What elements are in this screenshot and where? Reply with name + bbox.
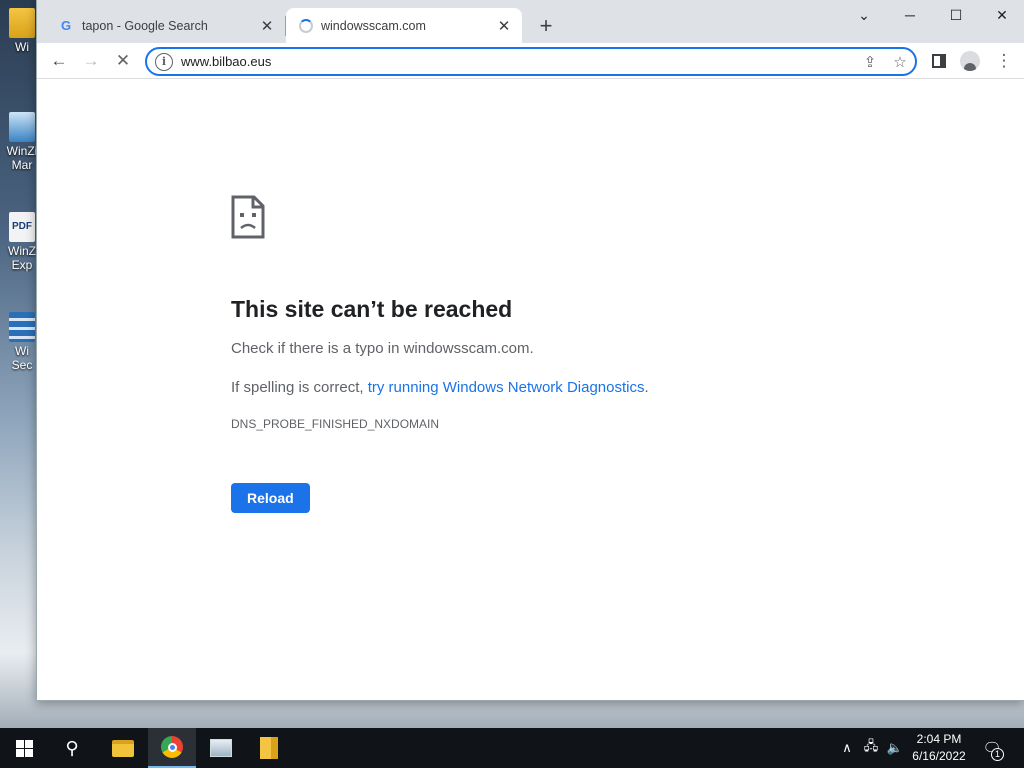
start-button[interactable] xyxy=(0,728,48,768)
side-panel-button[interactable] xyxy=(926,48,952,74)
profile-button[interactable] xyxy=(957,48,983,74)
chrome-menu-button[interactable]: ⋮ xyxy=(991,48,1017,74)
share-icon[interactable]: ⇪ xyxy=(855,53,885,71)
reload-button[interactable]: Reload xyxy=(231,483,310,513)
tab-google-search[interactable]: G tapon - Google Search ✕ xyxy=(45,8,285,43)
profile-avatar-icon xyxy=(960,51,980,71)
taskbar-file-explorer[interactable] xyxy=(99,728,147,768)
loading-spinner-icon xyxy=(299,18,313,33)
address-input[interactable] xyxy=(181,54,855,69)
notification-count-badge: 1 xyxy=(991,748,1004,761)
winzip-secure-icon xyxy=(9,312,35,342)
back-button[interactable]: ← xyxy=(46,48,72,74)
error-code: DNS_PROBE_FINISHED_NXDOMAIN xyxy=(231,417,440,431)
winzip-icon xyxy=(260,737,278,759)
taskbar-winzip[interactable] xyxy=(245,728,293,768)
error-diagnostics-hint: If spelling is correct, try running Wind… xyxy=(231,378,831,398)
error-page: This site can’t be reached Check if ther… xyxy=(231,195,831,513)
system-clock[interactable]: 2:04 PM 6/16/2022 xyxy=(906,731,972,765)
clock-time: 2:04 PM xyxy=(916,732,962,746)
taskbar-chrome[interactable] xyxy=(148,728,196,768)
winzip-pdf-express-icon: PDF xyxy=(9,212,35,242)
sad-page-icon xyxy=(231,195,265,239)
notification-center-button[interactable]: 🗨 1 xyxy=(978,728,1006,768)
diagnostics-suffix: . xyxy=(644,379,649,396)
image-app-icon xyxy=(210,739,232,757)
search-button[interactable]: ⚲ xyxy=(48,728,96,768)
site-info-icon[interactable]: i xyxy=(155,52,173,71)
stop-loading-button[interactable]: ✕ xyxy=(110,48,136,74)
network-diagnostics-link[interactable]: try running Windows Network Diagnostics xyxy=(368,379,645,396)
search-icon: ⚲ xyxy=(65,737,79,758)
close-tab-icon[interactable]: ✕ xyxy=(494,16,514,36)
address-bar[interactable]: i ⇪ ☆ xyxy=(145,47,917,76)
winzip-folder-icon xyxy=(9,8,35,38)
tab-windowsscam[interactable]: windowsscam.com ✕ xyxy=(286,8,522,43)
error-typo-hint: Check if there is a typo in windowsscam.… xyxy=(231,340,534,357)
error-title: This site can’t be reached xyxy=(231,296,513,322)
volume-icon[interactable]: 🔈 xyxy=(884,728,906,768)
maximize-button[interactable]: ☐ xyxy=(933,0,979,30)
google-favicon-icon: G xyxy=(60,18,72,33)
tab-search-button[interactable]: ⌄ xyxy=(841,0,887,30)
show-hidden-icons-button[interactable]: ∧ xyxy=(838,728,856,768)
tab-title: tapon - Google Search xyxy=(82,18,208,33)
tab-title: windowsscam.com xyxy=(321,18,426,33)
folder-icon xyxy=(112,739,134,757)
bookmark-star-icon[interactable]: ☆ xyxy=(885,53,915,71)
diagnostics-prefix: If spelling is correct, xyxy=(231,379,368,396)
side-panel-icon xyxy=(932,54,946,68)
taskbar-image-app[interactable] xyxy=(197,728,245,768)
windows-logo-icon xyxy=(15,739,33,757)
network-icon[interactable]: 🖧 xyxy=(860,728,882,768)
tab-strip: G tapon - Google Search ✕ windowsscam.co… xyxy=(37,0,1024,43)
taskbar: ⚲ ∧ 🖧 🔈 2:04 PM 6/16/2022 🗨 1 xyxy=(0,728,1024,768)
browser-toolbar: ← → ✕ i ⇪ ☆ ⋮ xyxy=(37,43,1024,79)
close-tab-icon[interactable]: ✕ xyxy=(257,16,277,36)
clock-date: 6/16/2022 xyxy=(912,749,966,763)
winzip-image-manager-icon xyxy=(9,112,35,142)
minimize-button[interactable]: ─ xyxy=(887,0,933,30)
close-window-button[interactable]: ✕ xyxy=(979,0,1024,30)
browser-window: G tapon - Google Search ✕ windowsscam.co… xyxy=(36,0,1024,701)
chrome-icon xyxy=(161,736,183,758)
new-tab-button[interactable]: + xyxy=(533,13,559,39)
forward-button[interactable]: → xyxy=(78,48,104,74)
